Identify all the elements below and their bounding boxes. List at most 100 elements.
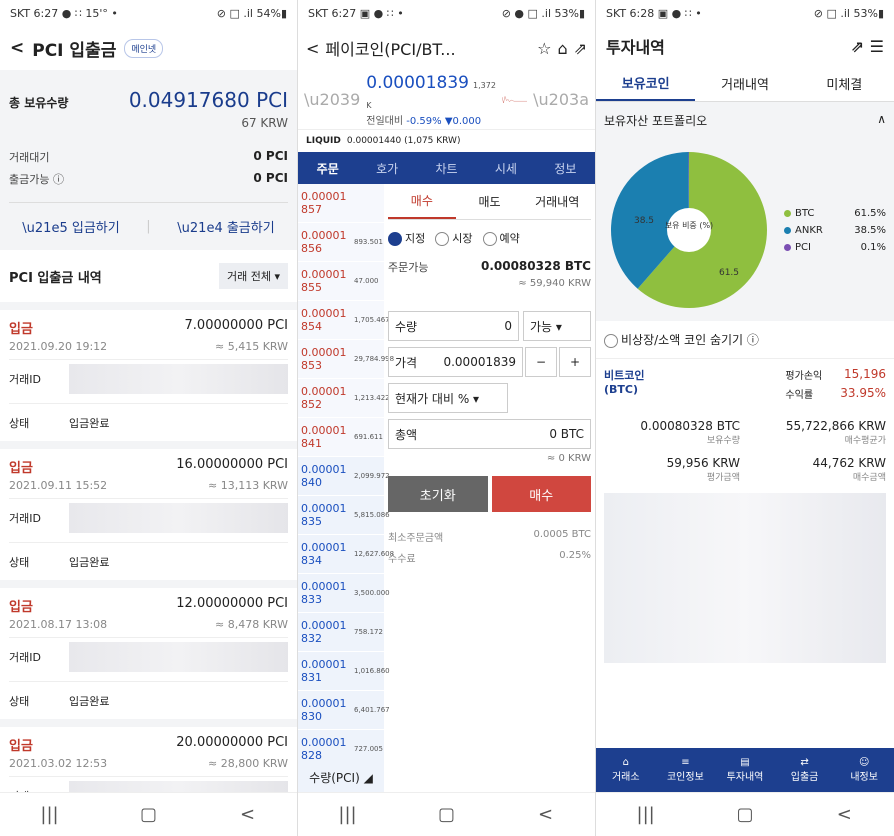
- orderbook-row[interactable]: 0.00001 833 3,500.000: [298, 574, 390, 613]
- star-icon[interactable]: ☆: [537, 39, 551, 58]
- history-filter[interactable]: 거래 전체 ▾: [219, 263, 288, 289]
- price-minus-button[interactable]: −: [525, 347, 557, 377]
- portfolio-header[interactable]: 보유자산 포트폴리오 ∧: [596, 102, 894, 139]
- back-button[interactable]: <: [824, 804, 864, 825]
- holdings-label: 총 보유수량: [9, 96, 69, 110]
- home-button[interactable]: ▢: [725, 804, 765, 825]
- orderbook-row[interactable]: 0.00001 841 691.611: [298, 418, 384, 457]
- ob-qty: 6,401.767: [354, 706, 390, 714]
- share-icon[interactable]: ⇗: [574, 39, 587, 58]
- orderbook: 0.00001 857 0.00001 856 893.501 0.00001 855…: [298, 184, 394, 808]
- collapse-icon[interactable]: ∧: [877, 112, 886, 129]
- qty-option-select[interactable]: 가능 ▾: [523, 311, 591, 341]
- chevron-left-icon[interactable]: \u2039: [304, 90, 360, 109]
- ob-price: 0.00001 857: [301, 189, 347, 216]
- radio-circle-icon[interactable]: [388, 232, 402, 246]
- orderbook-row[interactable]: 0.00001 853 29,784.998: [298, 340, 394, 379]
- orderbook-row[interactable]: 0.00001 852 1,213.422: [298, 379, 390, 418]
- back-icon[interactable]: <: [10, 38, 24, 58]
- reset-button[interactable]: 초기화: [388, 476, 488, 512]
- qty-input[interactable]: 수량 0: [388, 311, 519, 341]
- orderbook-row[interactable]: 0.00001 830 6,401.767: [298, 691, 390, 730]
- checkbox-icon[interactable]: [604, 333, 618, 348]
- orderbook-row[interactable]: 0.00001 835 5,815.086: [298, 496, 390, 535]
- orderbook-row[interactable]: 0.00001 857: [298, 184, 384, 223]
- tab-2[interactable]: 차트: [417, 152, 476, 184]
- history-item[interactable]: 입금 12.00000000 PCI 2021.08.17 13:08 ≈ 8,478…: [0, 580, 297, 719]
- header: < 페이코인(PCI/BT... ☆ ⌂ ⇗: [298, 26, 595, 70]
- chat-icon[interactable]: ☰: [870, 37, 884, 56]
- recent-apps-button[interactable]: |||: [626, 804, 666, 825]
- bottom-tab-1[interactable]: ≡ 코인정보: [656, 748, 716, 792]
- radio-1[interactable]: 시장: [435, 230, 473, 246]
- order-subtab-0[interactable]: 매수: [388, 184, 456, 219]
- chevron-right-icon[interactable]: \u203a: [533, 90, 589, 109]
- invest-tab-1[interactable]: 거래내역: [695, 66, 794, 101]
- status-label: 상태: [9, 694, 30, 708]
- order-subtab-1[interactable]: 매도: [456, 184, 524, 219]
- orderbook-row[interactable]: 0.00001 854 1,705.467: [298, 301, 390, 340]
- tx-type: 입금: [9, 600, 33, 615]
- price-plus-button[interactable]: +: [559, 347, 591, 377]
- order-type-radio: 지정 시장 예약: [388, 230, 591, 246]
- bottom-tab-2[interactable]: ▤ 투자내역: [715, 748, 775, 792]
- back-icon[interactable]: <: [306, 39, 319, 58]
- recent-apps-button[interactable]: |||: [30, 804, 70, 825]
- ob-price: 0.00001 830: [301, 696, 347, 723]
- legend-name: BTC: [795, 207, 815, 219]
- back-button[interactable]: <: [526, 804, 566, 825]
- history-item[interactable]: 입금 16.00000000 PCI 2021.09.11 15:52 ≈ 13,11…: [0, 441, 297, 580]
- qty-unit-bar[interactable]: 수량(PCI) ◢: [298, 762, 384, 792]
- tx-amount: 16.00000000 PCI: [176, 457, 288, 472]
- txid-row: 거래ID: [9, 637, 288, 675]
- order-subtab-2[interactable]: 거래내역: [523, 184, 591, 219]
- buy-button[interactable]: 매수: [491, 476, 591, 512]
- deposit-button[interactable]: \u21e5 입금하기: [22, 217, 119, 236]
- hide-small-toggle[interactable]: 비상장/소액 코인 숨기기 ⓘ: [596, 321, 894, 359]
- orderbook-row[interactable]: 0.00001 831 1,016.860: [298, 652, 390, 691]
- order-subtabs: 매수 매도 거래내역: [388, 184, 591, 220]
- item-sub: 2021.09.20 19:12 ≈ 5,415 KRW: [9, 340, 288, 353]
- price-input[interactable]: 가격 0.00001839: [388, 347, 523, 377]
- history-list: 입금 7.00000000 PCI 2021.09.20 19:12 ≈ 5,415 …: [0, 302, 297, 836]
- tab-0[interactable]: 주문: [298, 152, 357, 184]
- invest-tab-2[interactable]: 미체결: [795, 66, 894, 101]
- home-button[interactable]: ▢: [129, 804, 169, 825]
- page-title: 투자내역: [606, 38, 665, 57]
- current-price: 0.00001839: [366, 72, 469, 93]
- bottom-tab-0[interactable]: ⌂ 거래소: [596, 748, 656, 792]
- invest-tab-0[interactable]: 보유코인: [596, 66, 696, 101]
- radio-circle-icon[interactable]: [482, 232, 497, 246]
- tx-date: 2021.09.20 19:12: [9, 340, 108, 353]
- panel-order: SKT 6:27 ▣ ● ∷ • ⊘ ● □ .il 53%▮ < 페이코인(PC…: [298, 0, 596, 836]
- ob-price: 0.00001 833: [301, 579, 347, 606]
- price-box: \u2039 0.00001839 1,372 K 전일대비 -0.59% ▼0.…: [298, 70, 595, 130]
- radio-2[interactable]: 예약: [482, 230, 520, 246]
- status-value: 입금완료: [69, 555, 110, 569]
- legend-item: ANKR 38.5%: [784, 225, 886, 236]
- back-button[interactable]: <: [228, 804, 268, 825]
- bottom-tab-4[interactable]: ☺ 내정보: [834, 748, 894, 792]
- percent-select[interactable]: 현재가 대비 % ▾: [388, 383, 508, 413]
- orderbook-row[interactable]: 0.00001 855 47.000: [298, 262, 384, 301]
- orderbook-row[interactable]: 0.00001 840 2,099.972: [298, 457, 390, 496]
- total-input[interactable]: 총액 0 BTC: [388, 419, 591, 449]
- tab-3[interactable]: 시세: [476, 152, 535, 184]
- orderbook-row[interactable]: 0.00001 856 893.501: [298, 223, 384, 262]
- recent-apps-button[interactable]: |||: [328, 804, 368, 825]
- bell-icon[interactable]: ⌂: [557, 39, 567, 58]
- withdraw-button[interactable]: \u21e4 출금하기: [177, 217, 274, 236]
- radio-circle-icon[interactable]: [435, 232, 450, 246]
- orderbook-row[interactable]: 0.00001 832 758.172: [298, 613, 384, 652]
- history-item[interactable]: 입금 7.00000000 PCI 2021.09.20 19:12 ≈ 5,415 …: [0, 302, 297, 441]
- share-icon[interactable]: ⇗: [851, 37, 864, 56]
- bottom-tab-3[interactable]: ⇄ 입출금: [775, 748, 835, 792]
- home-button[interactable]: ▢: [427, 804, 467, 825]
- radio-0[interactable]: 지정: [388, 230, 425, 246]
- tab-4[interactable]: 정보: [536, 152, 595, 184]
- tab-1[interactable]: 호가: [357, 152, 416, 184]
- coin-card-btc[interactable]: 비트코인 (BTC) 평가손익 15,196 수익률 33.95%: [596, 359, 894, 409]
- pie-label: 38.5: [634, 216, 654, 226]
- orderbook-row[interactable]: 0.00001 834 12,627.608: [298, 535, 394, 574]
- detail-value: 0.00080328 BTC: [640, 419, 740, 433]
